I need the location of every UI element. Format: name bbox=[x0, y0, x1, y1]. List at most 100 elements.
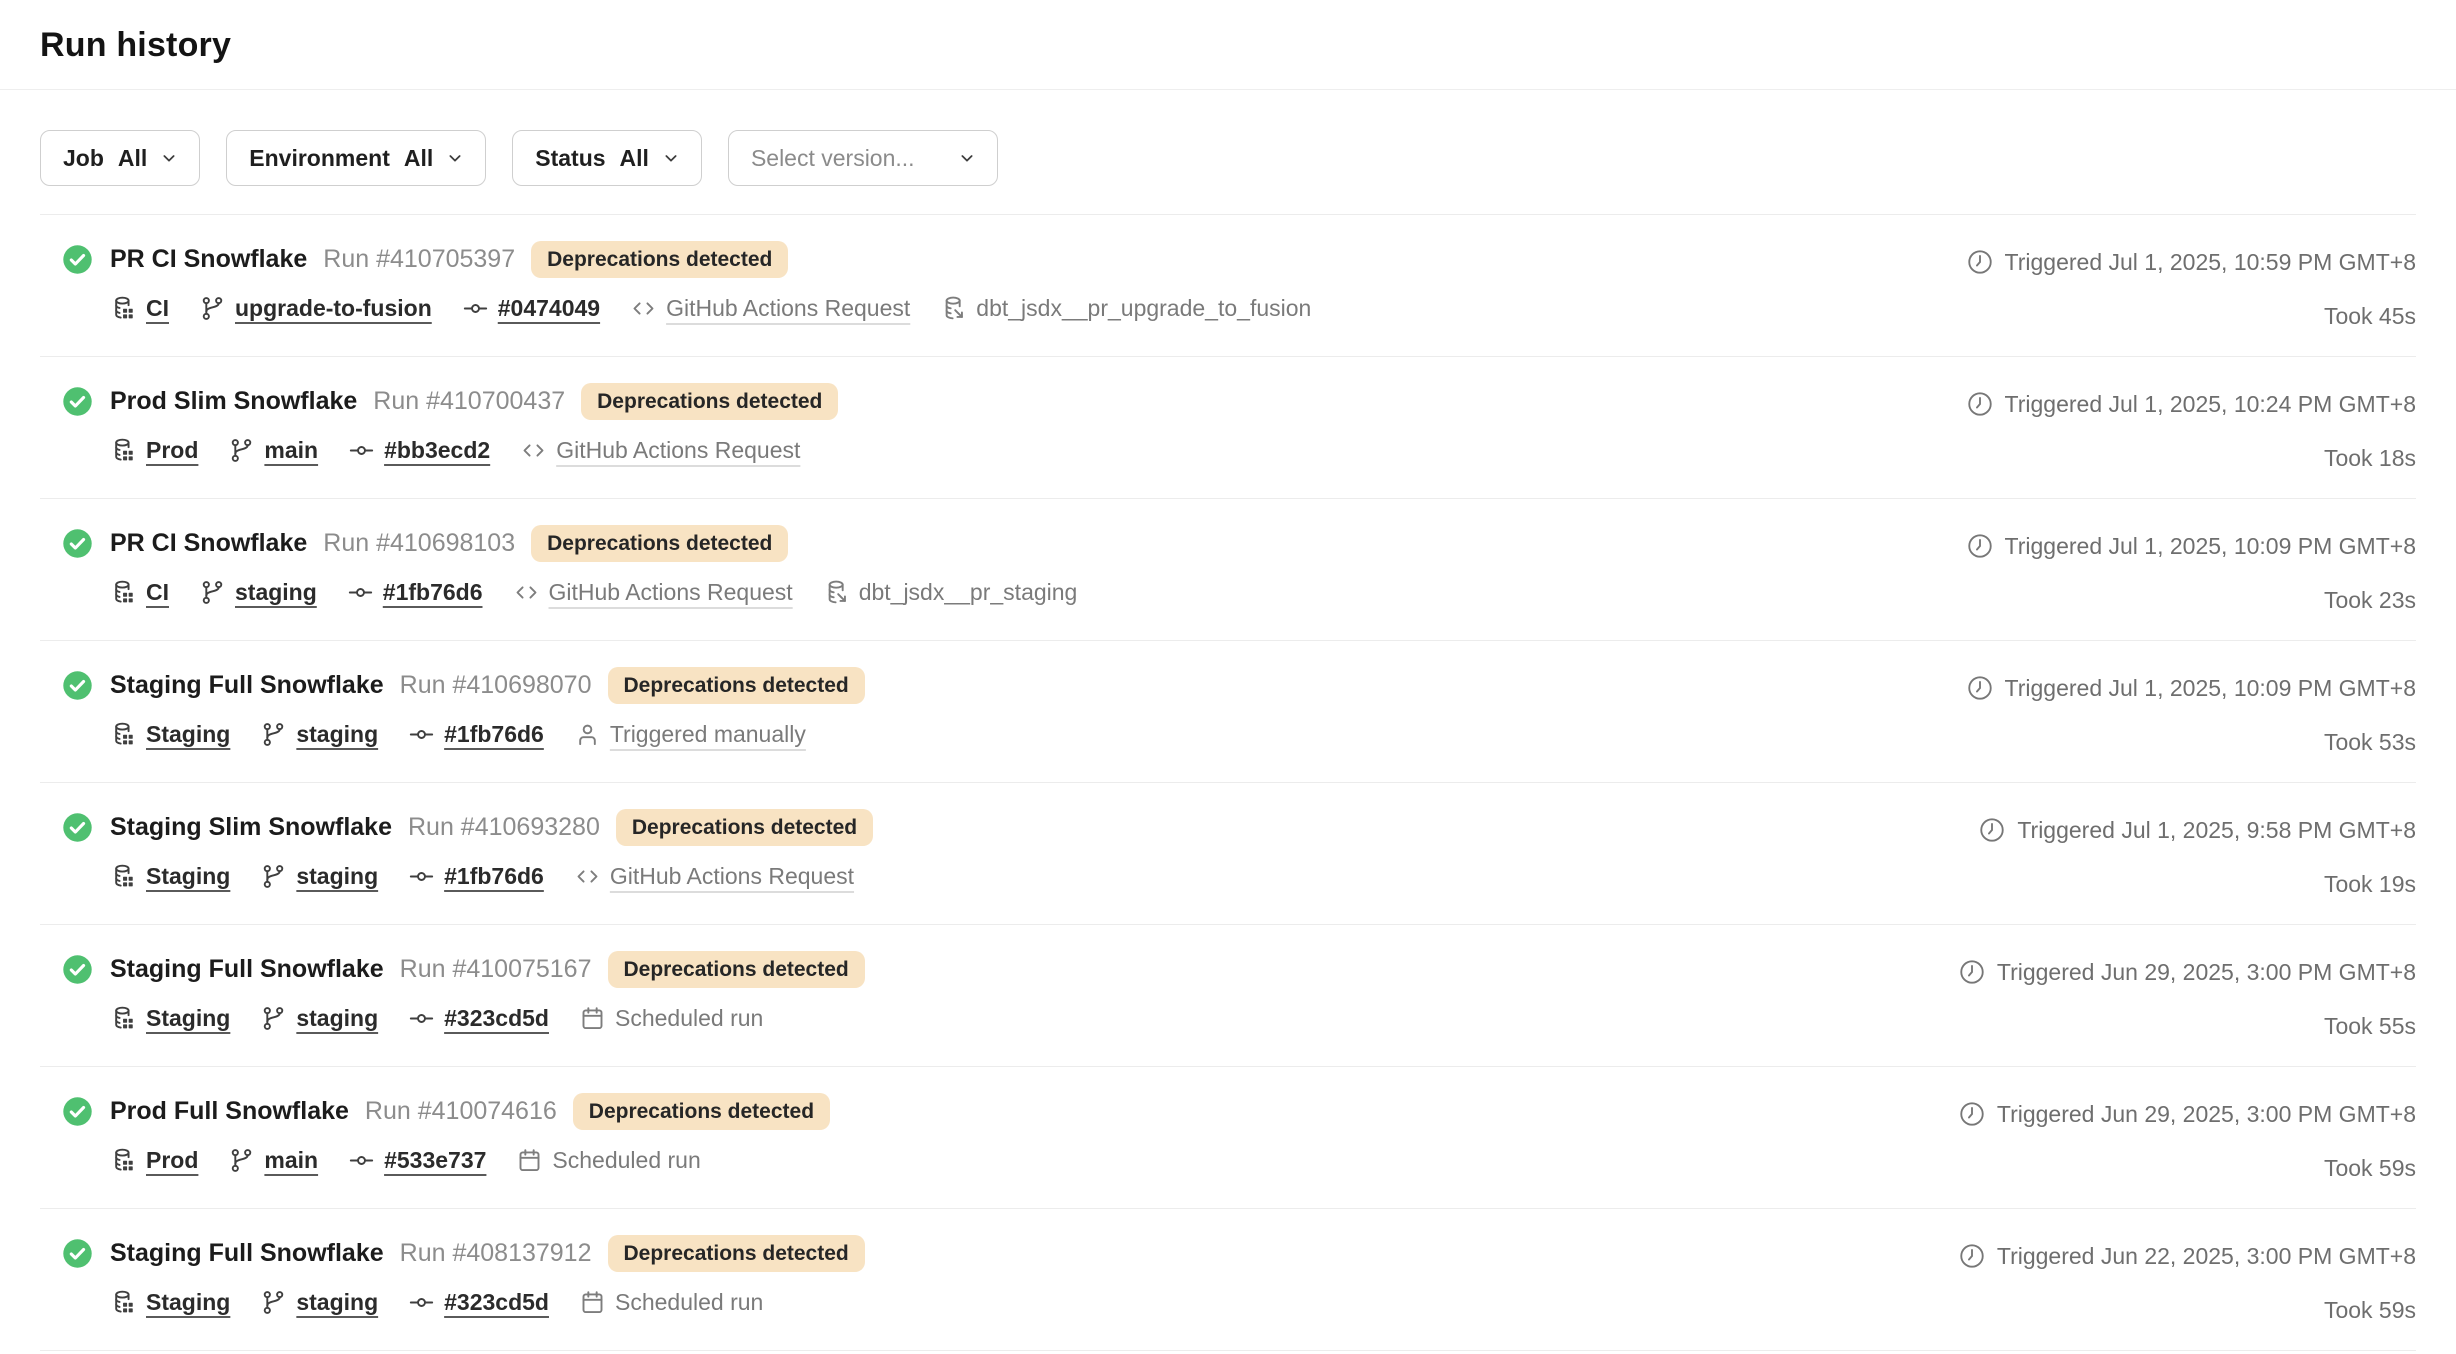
run-row-timing: Triggered Jun 29, 2025, 3:00 PM GMT+8 To… bbox=[1958, 951, 2416, 1066]
git-branch-icon bbox=[260, 863, 287, 890]
commit-link[interactable]: #323cd5d bbox=[444, 1289, 549, 1316]
branch-link[interactable]: main bbox=[264, 437, 318, 464]
run-list: PR CI Snowflake Run #410705397 Deprecati… bbox=[40, 215, 2416, 1351]
run-number: Run #410075167 bbox=[400, 955, 592, 984]
triggered-timestamp: Triggered Jul 1, 2025, 10:09 PM GMT+8 bbox=[2005, 675, 2416, 702]
environment-link[interactable]: Staging bbox=[146, 1005, 230, 1032]
commit-link[interactable]: #1fb76d6 bbox=[444, 863, 544, 890]
commit-meta: #533e737 bbox=[348, 1147, 486, 1174]
run-name-link[interactable]: Staging Slim Snowflake bbox=[110, 813, 392, 842]
commit-icon bbox=[462, 295, 489, 322]
deprecations-badge: Deprecations detected bbox=[608, 951, 865, 988]
commit-icon bbox=[408, 1289, 435, 1316]
job-filter-value: All bbox=[118, 145, 147, 172]
clock-icon bbox=[1966, 248, 1994, 276]
run-name-link[interactable]: Staging Full Snowflake bbox=[110, 671, 384, 700]
run-row-main: PR CI Snowflake Run #410705397 Deprecati… bbox=[62, 241, 1311, 356]
job-schema-meta: dbt_jsdx__pr_upgrade_to_fusion bbox=[940, 295, 1311, 322]
run-row-timing: Triggered Jul 1, 2025, 10:09 PM GMT+8 To… bbox=[1966, 525, 2416, 640]
branch-link[interactable]: upgrade-to-fusion bbox=[235, 295, 432, 322]
commit-meta: #1fb76d6 bbox=[408, 721, 544, 748]
job-filter-dropdown[interactable]: Job All bbox=[40, 130, 200, 186]
deprecations-badge: Deprecations detected bbox=[608, 667, 865, 704]
environment-database-icon bbox=[110, 1147, 137, 1174]
trigger-label: Scheduled run bbox=[615, 1289, 763, 1316]
trigger-label: Triggered manually bbox=[610, 721, 806, 748]
commit-icon bbox=[347, 579, 374, 606]
run-row-timing: Triggered Jun 29, 2025, 3:00 PM GMT+8 To… bbox=[1958, 1093, 2416, 1208]
status-filter-dropdown[interactable]: Status All bbox=[512, 130, 702, 186]
page-header: Run history bbox=[0, 0, 2456, 90]
environment-link[interactable]: Staging bbox=[146, 863, 230, 890]
chevron-down-icon bbox=[959, 150, 975, 166]
run-success-icon bbox=[62, 1096, 93, 1208]
run-row-main: Prod Full Snowflake Run #410074616 Depre… bbox=[62, 1093, 830, 1208]
run-number: Run #410698070 bbox=[400, 671, 592, 700]
chevron-down-icon bbox=[447, 150, 463, 166]
run-success-icon bbox=[62, 954, 93, 1066]
run-name-link[interactable]: Prod Slim Snowflake bbox=[110, 387, 357, 416]
run-row-main: Staging Slim Snowflake Run #410693280 De… bbox=[62, 809, 873, 924]
run-number: Run #410700437 bbox=[373, 387, 565, 416]
job-schema-label: dbt_jsdx__pr_upgrade_to_fusion bbox=[976, 295, 1311, 322]
calendar-icon bbox=[579, 1005, 606, 1032]
triggered-timestamp: Triggered Jun 29, 2025, 3:00 PM GMT+8 bbox=[1997, 1101, 2416, 1128]
run-name-link[interactable]: Staging Full Snowflake bbox=[110, 1239, 384, 1268]
run-success-icon bbox=[62, 812, 93, 924]
commit-icon bbox=[408, 1005, 435, 1032]
branch-link[interactable]: staging bbox=[296, 1005, 378, 1032]
branch-link[interactable]: staging bbox=[296, 1289, 378, 1316]
commit-icon bbox=[348, 437, 375, 464]
branch-link[interactable]: main bbox=[264, 1147, 318, 1174]
version-select-placeholder: Select version... bbox=[751, 145, 915, 172]
schema-database-icon bbox=[940, 295, 967, 322]
commit-meta: #1fb76d6 bbox=[347, 579, 483, 606]
run-duration: Took 59s bbox=[2324, 1297, 2416, 1324]
commit-link[interactable]: #323cd5d bbox=[444, 1005, 549, 1032]
branch-link[interactable]: staging bbox=[296, 721, 378, 748]
environment-filter-dropdown[interactable]: Environment All bbox=[226, 130, 486, 186]
job-filter-label: Job bbox=[63, 145, 104, 172]
commit-link[interactable]: #bb3ecd2 bbox=[384, 437, 490, 464]
job-schema-meta: dbt_jsdx__pr_staging bbox=[823, 579, 1078, 606]
run-row-main: Staging Full Snowflake Run #410075167 De… bbox=[62, 951, 865, 1066]
run-name-link[interactable]: PR CI Snowflake bbox=[110, 245, 307, 274]
version-select-dropdown[interactable]: Select version... bbox=[728, 130, 998, 186]
branch-link[interactable]: staging bbox=[235, 579, 317, 606]
environment-link[interactable]: Staging bbox=[146, 1289, 230, 1316]
schema-database-icon bbox=[823, 579, 850, 606]
commit-link[interactable]: #533e737 bbox=[384, 1147, 486, 1174]
environment-meta: Staging bbox=[110, 1005, 230, 1032]
branch-link[interactable]: staging bbox=[296, 863, 378, 890]
run-row: Staging Slim Snowflake Run #410693280 De… bbox=[40, 783, 2416, 925]
environment-link[interactable]: CI bbox=[146, 579, 169, 606]
run-duration: Took 18s bbox=[2324, 445, 2416, 472]
run-duration: Took 19s bbox=[2324, 871, 2416, 898]
run-name-link[interactable]: Prod Full Snowflake bbox=[110, 1097, 349, 1126]
run-name-link[interactable]: PR CI Snowflake bbox=[110, 529, 307, 558]
commit-link[interactable]: #0474049 bbox=[498, 295, 600, 322]
git-branch-icon bbox=[199, 579, 226, 606]
environment-link[interactable]: Prod bbox=[146, 1147, 198, 1174]
run-row: PR CI Snowflake Run #410705397 Deprecati… bbox=[40, 215, 2416, 357]
code-icon bbox=[630, 295, 657, 322]
page-title: Run history bbox=[40, 26, 2416, 65]
run-number: Run #408137912 bbox=[400, 1239, 592, 1268]
commit-link[interactable]: #1fb76d6 bbox=[444, 721, 544, 748]
run-row-main: Prod Slim Snowflake Run #410700437 Depre… bbox=[62, 383, 838, 498]
branch-meta: staging bbox=[260, 1289, 378, 1316]
environment-database-icon bbox=[110, 437, 137, 464]
environment-link[interactable]: Staging bbox=[146, 721, 230, 748]
environment-link[interactable]: Prod bbox=[146, 437, 198, 464]
commit-link[interactable]: #1fb76d6 bbox=[383, 579, 483, 606]
environment-link[interactable]: CI bbox=[146, 295, 169, 322]
triggered-timestamp: Triggered Jun 29, 2025, 3:00 PM GMT+8 bbox=[1997, 959, 2416, 986]
code-icon bbox=[520, 437, 547, 464]
run-row-timing: Triggered Jul 1, 2025, 10:24 PM GMT+8 To… bbox=[1966, 383, 2416, 498]
run-duration: Took 23s bbox=[2324, 587, 2416, 614]
run-row: Staging Full Snowflake Run #410075167 De… bbox=[40, 925, 2416, 1067]
run-name-link[interactable]: Staging Full Snowflake bbox=[110, 955, 384, 984]
run-number: Run #410693280 bbox=[408, 813, 600, 842]
commit-meta: #0474049 bbox=[462, 295, 600, 322]
run-duration: Took 53s bbox=[2324, 729, 2416, 756]
